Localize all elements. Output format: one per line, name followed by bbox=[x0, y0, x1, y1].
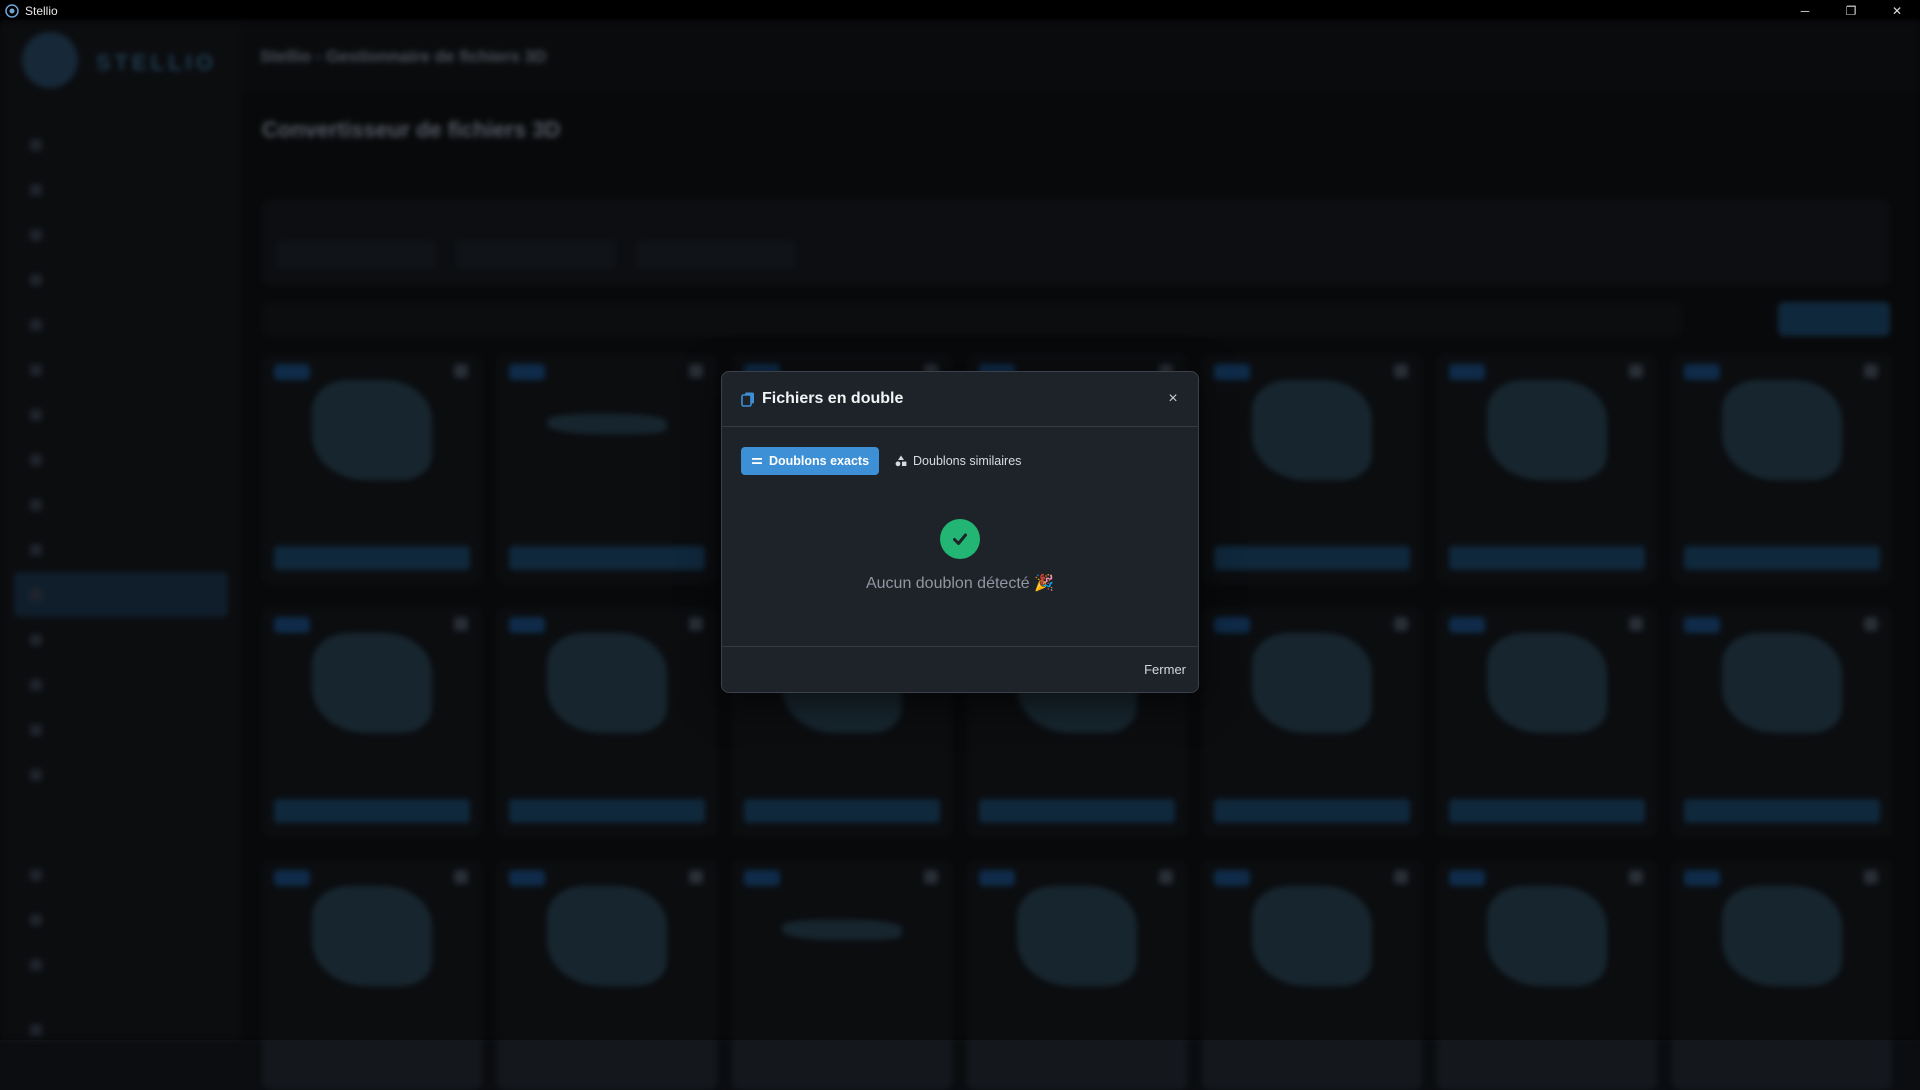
window-titlebar: Stellio ─ ❐ ✕ bbox=[0, 0, 1920, 22]
tab-label: Doublons exacts bbox=[769, 454, 870, 468]
modal-title: Fichiers en double bbox=[762, 390, 904, 407]
close-button[interactable]: Fermer bbox=[1140, 660, 1190, 679]
modal-close-icon[interactable]: × bbox=[1164, 390, 1182, 408]
copy-files-icon bbox=[740, 391, 756, 407]
no-duplicates-message: Aucun doublon détecté 🎉 bbox=[865, 575, 1055, 592]
equals-icon bbox=[751, 455, 763, 467]
restore-button[interactable]: ❐ bbox=[1828, 0, 1874, 22]
tab-label: Doublons similaires bbox=[913, 454, 1022, 468]
window-controls: ─ ❐ ✕ bbox=[1782, 0, 1920, 22]
close-window-button[interactable]: ✕ bbox=[1874, 0, 1920, 22]
duplicate-files-modal: Fichiers en double × Doublons exacts Dou… bbox=[721, 371, 1199, 693]
tab-similar-duplicates[interactable]: Doublons similaires bbox=[885, 447, 1031, 475]
minimize-button[interactable]: ─ bbox=[1782, 0, 1828, 22]
tab-exact-duplicates[interactable]: Doublons exacts bbox=[741, 447, 880, 475]
window-title: Stellio bbox=[25, 4, 58, 18]
duplicate-tabs: Doublons exacts Doublons similaires bbox=[741, 447, 1031, 475]
modal-header: Fichiers en double bbox=[722, 372, 1198, 427]
check-circle-icon bbox=[940, 519, 980, 559]
modal-footer: Fermer bbox=[722, 646, 1198, 692]
shapes-icon bbox=[895, 455, 907, 467]
app-icon bbox=[5, 4, 19, 18]
